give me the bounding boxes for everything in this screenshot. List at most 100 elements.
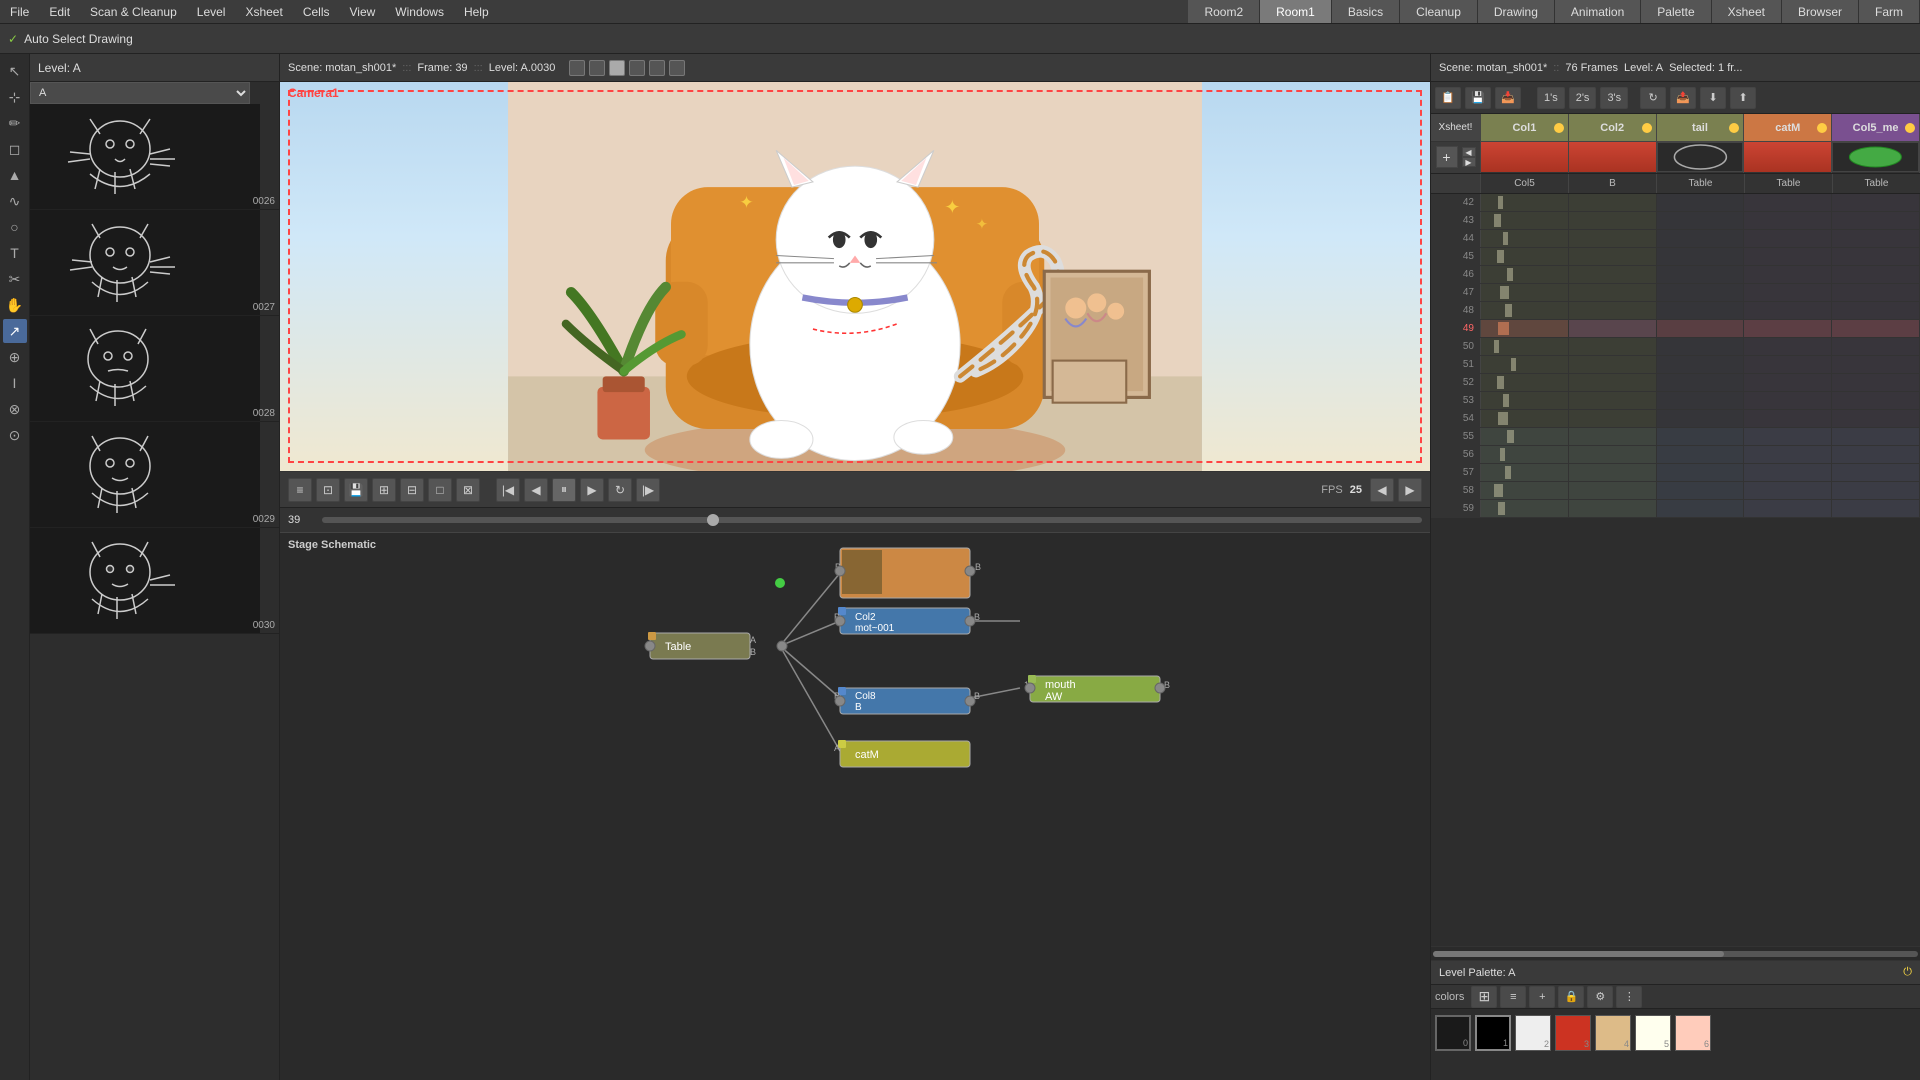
table-row[interactable]: 49 bbox=[1431, 320, 1920, 338]
xs-btn-refresh[interactable]: ↻ bbox=[1640, 87, 1666, 109]
tool-fill[interactable]: ▲ bbox=[3, 163, 27, 187]
room-tab-room2[interactable]: Room2 bbox=[1188, 0, 1260, 23]
xs-btn-import[interactable]: 📥 bbox=[1495, 87, 1521, 109]
xs-btn-more[interactable]: ⬆ bbox=[1730, 87, 1756, 109]
tool-rig[interactable]: ⊙ bbox=[3, 423, 27, 447]
tool-scissors[interactable]: ✂ bbox=[3, 267, 27, 291]
table-row[interactable]: 43 bbox=[1431, 212, 1920, 230]
pb-fullscreen[interactable]: ⊟ bbox=[400, 478, 424, 502]
pb-zoom[interactable]: □ bbox=[428, 478, 452, 502]
thumbnail-0029[interactable]: 0029 bbox=[30, 422, 279, 528]
table-row[interactable]: 44 bbox=[1431, 230, 1920, 248]
icon-monitor[interactable] bbox=[569, 60, 585, 76]
pb-next[interactable]: |▶ bbox=[636, 478, 660, 502]
palette-settings-btn[interactable]: ⚙ bbox=[1587, 986, 1613, 1008]
table-row[interactable]: 55 bbox=[1431, 428, 1920, 446]
xs-tail-dot[interactable] bbox=[1729, 123, 1739, 133]
level-select[interactable]: A bbox=[30, 82, 250, 104]
menu-file[interactable]: File bbox=[0, 3, 39, 21]
menu-scan[interactable]: Scan & Cleanup bbox=[80, 3, 187, 21]
xsheet-hscroll[interactable] bbox=[1431, 946, 1920, 960]
pb-pause[interactable]: ⏸ bbox=[552, 478, 576, 502]
palette-list-btn[interactable]: ≡ bbox=[1500, 986, 1526, 1008]
icon-grid[interactable] bbox=[589, 60, 605, 76]
tool-pointer[interactable]: ↗ bbox=[3, 319, 27, 343]
thumbnail-0026[interactable]: 0026 bbox=[30, 104, 279, 210]
menu-cells[interactable]: Cells bbox=[293, 3, 340, 21]
table-row[interactable]: 58 bbox=[1431, 482, 1920, 500]
tool-shape[interactable]: ○ bbox=[3, 215, 27, 239]
swatch-0[interactable]: 0 bbox=[1435, 1015, 1471, 1051]
hscroll-bar[interactable] bbox=[1433, 951, 1918, 957]
tool-pin[interactable]: ⊗ bbox=[3, 397, 27, 421]
fps-up[interactable]: ▶ bbox=[1398, 478, 1422, 502]
table-row[interactable]: 47 bbox=[1431, 284, 1920, 302]
tool-hand[interactable]: ✋ bbox=[3, 293, 27, 317]
xs-btn-2s[interactable]: 2's bbox=[1569, 87, 1597, 109]
xs-btn-new[interactable]: 📋 bbox=[1435, 87, 1461, 109]
pb-prev[interactable]: ◀ bbox=[524, 478, 548, 502]
xs-btn-import2[interactable]: ⬇ bbox=[1700, 87, 1726, 109]
table-row[interactable]: 51 bbox=[1431, 356, 1920, 374]
icon-square[interactable] bbox=[609, 60, 625, 76]
menu-edit[interactable]: Edit bbox=[39, 3, 80, 21]
menu-help[interactable]: Help bbox=[454, 3, 499, 21]
xs-col-right[interactable]: ▶ bbox=[1462, 157, 1476, 167]
table-row[interactable]: 57 bbox=[1431, 464, 1920, 482]
table-row[interactable]: 54 bbox=[1431, 410, 1920, 428]
icon-settings[interactable] bbox=[629, 60, 645, 76]
xs-add-col[interactable]: + bbox=[1436, 146, 1458, 168]
pb-save[interactable]: 💾 bbox=[344, 478, 368, 502]
table-row[interactable]: 48 bbox=[1431, 302, 1920, 320]
menu-xsheet[interactable]: Xsheet bbox=[235, 3, 292, 21]
tool-measure[interactable]: I bbox=[3, 371, 27, 395]
palette-grid-btn[interactable]: ⊞ bbox=[1471, 986, 1497, 1008]
xs-col5me-dot[interactable] bbox=[1905, 123, 1915, 133]
table-row[interactable]: 50 bbox=[1431, 338, 1920, 356]
xs-catm-dot[interactable] bbox=[1817, 123, 1827, 133]
icon-eye[interactable] bbox=[649, 60, 665, 76]
tool-eraser[interactable]: ◻ bbox=[3, 137, 27, 161]
hscroll-thumb[interactable] bbox=[1433, 951, 1724, 957]
swatch-4[interactable]: 4 bbox=[1595, 1015, 1631, 1051]
swatch-1[interactable]: 1 bbox=[1475, 1015, 1511, 1051]
xs-btn-3s[interactable]: 3's bbox=[1600, 87, 1628, 109]
room-tab-palette[interactable]: Palette bbox=[1641, 0, 1711, 23]
room-tab-xsheet2[interactable]: Xsheet bbox=[1712, 0, 1782, 23]
table-row[interactable]: 53 bbox=[1431, 392, 1920, 410]
fps-down[interactable]: ◀ bbox=[1370, 478, 1394, 502]
palette-more-btn[interactable]: ⋮ bbox=[1616, 986, 1642, 1008]
pb-zoom2[interactable]: ⊠ bbox=[456, 478, 480, 502]
room-tab-animation[interactable]: Animation bbox=[1555, 0, 1641, 23]
thumbnail-0028[interactable]: 0028 bbox=[30, 316, 279, 422]
tool-brush[interactable]: ✏ bbox=[3, 111, 27, 135]
xsheet-label-btn[interactable]: Xsheet! bbox=[1431, 114, 1480, 142]
table-row[interactable]: 46 bbox=[1431, 266, 1920, 284]
xs-btn-1s[interactable]: 1's bbox=[1537, 87, 1565, 109]
swatch-5[interactable]: 5 bbox=[1635, 1015, 1671, 1051]
table-row[interactable]: 45 bbox=[1431, 248, 1920, 266]
xs-col2-dot[interactable] bbox=[1642, 123, 1652, 133]
swatch-2[interactable]: 2 bbox=[1515, 1015, 1551, 1051]
thumbnail-0030[interactable]: 0030 bbox=[30, 528, 279, 634]
swatch-6[interactable]: 6 bbox=[1675, 1015, 1711, 1051]
room-tab-basics[interactable]: Basics bbox=[1332, 0, 1400, 23]
frame-slider[interactable] bbox=[322, 517, 1422, 523]
xs-col-left[interactable]: ◀ bbox=[1462, 147, 1476, 157]
pb-snapshot[interactable]: ⊡ bbox=[316, 478, 340, 502]
room-tab-drawing[interactable]: Drawing bbox=[1478, 0, 1555, 23]
swatch-3[interactable]: 3 bbox=[1555, 1015, 1591, 1051]
icon-camera[interactable] bbox=[669, 60, 685, 76]
tool-zoom[interactable]: ⊕ bbox=[3, 345, 27, 369]
room-tab-browser[interactable]: Browser bbox=[1782, 0, 1859, 23]
menu-level[interactable]: Level bbox=[187, 3, 236, 21]
xs-btn-save[interactable]: 💾 bbox=[1465, 87, 1491, 109]
table-row[interactable]: 52 bbox=[1431, 374, 1920, 392]
pb-loop[interactable]: ↻ bbox=[608, 478, 632, 502]
table-row[interactable]: 59 bbox=[1431, 500, 1920, 518]
palette-power-icon[interactable]: ⏻ bbox=[1903, 966, 1912, 979]
pb-hamburger[interactable]: ≡ bbox=[288, 478, 312, 502]
palette-add-btn[interactable]: + bbox=[1529, 986, 1555, 1008]
room-tab-farm[interactable]: Farm bbox=[1859, 0, 1920, 23]
tool-stroke[interactable]: ∿ bbox=[3, 189, 27, 213]
